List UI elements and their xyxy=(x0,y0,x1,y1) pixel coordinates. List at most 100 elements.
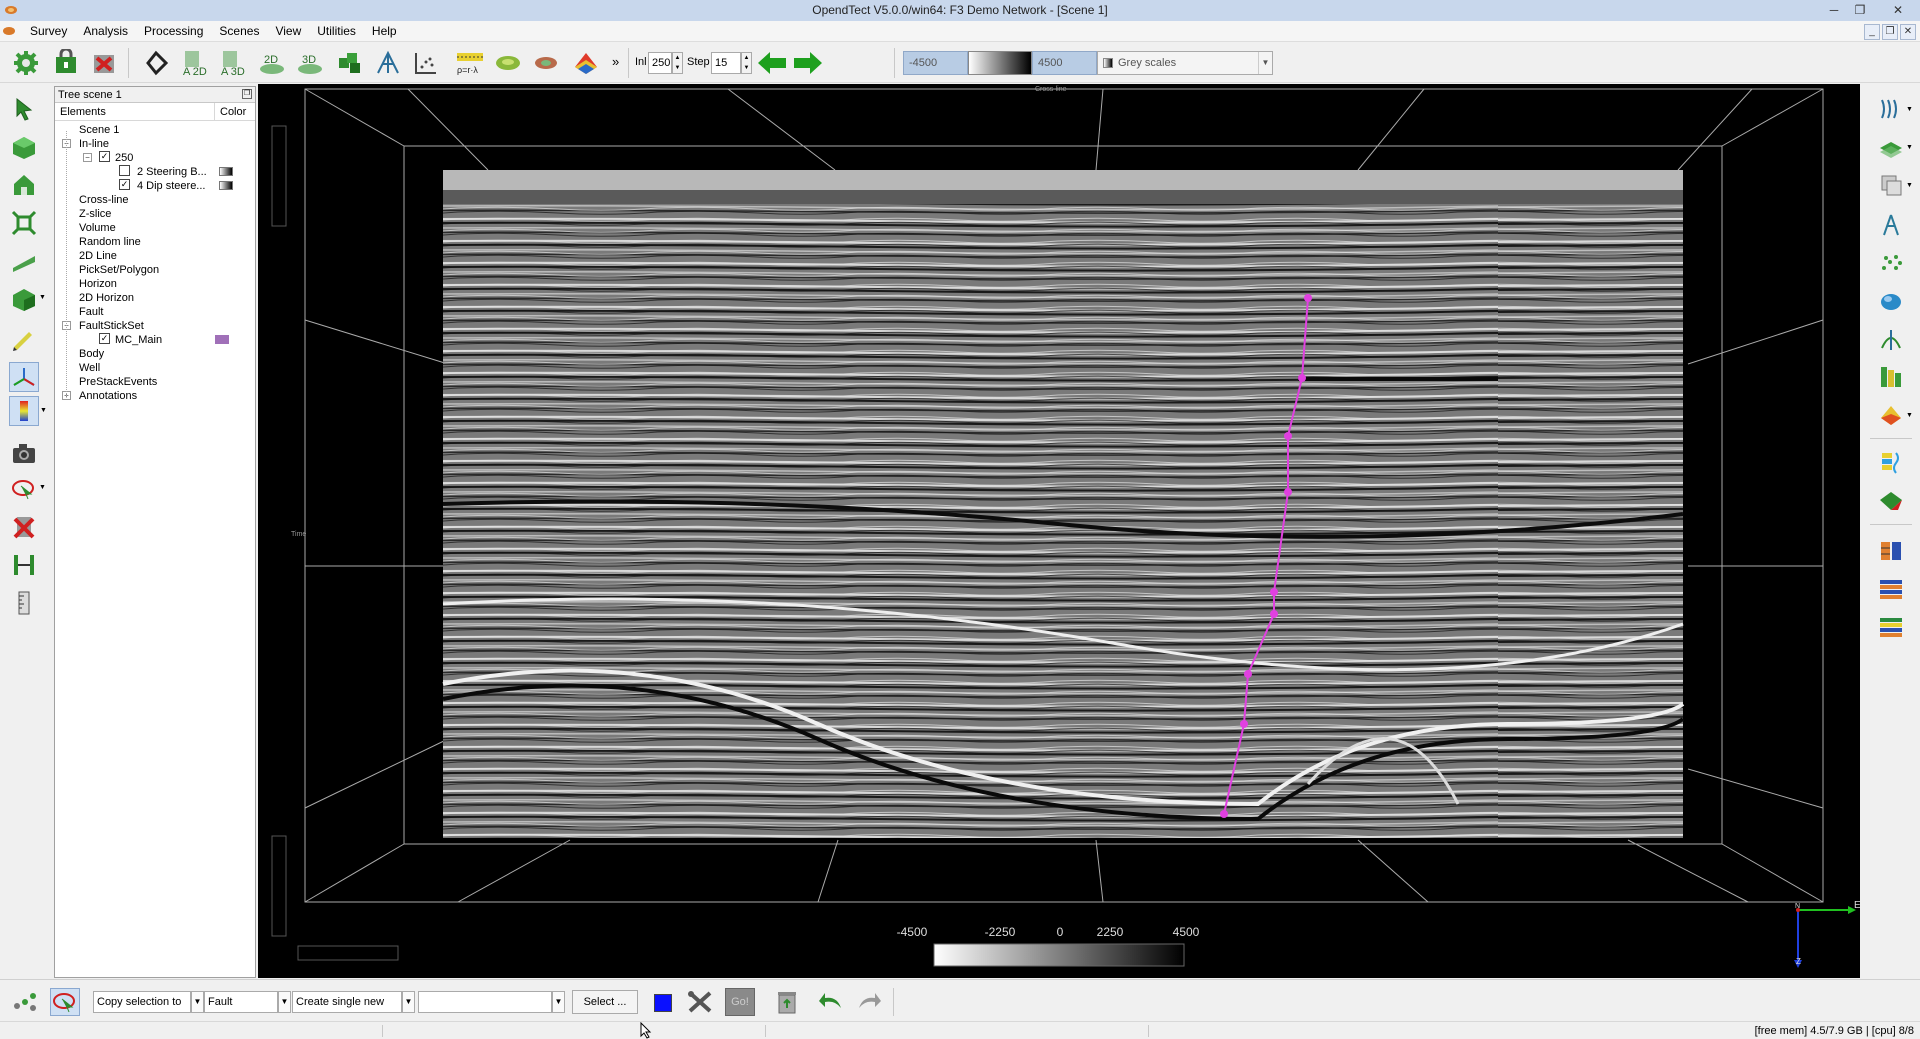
view-plane-icon[interactable] xyxy=(9,246,39,276)
colortable-gradient[interactable] xyxy=(968,51,1032,75)
step-spinner[interactable]: ▲ ▼ xyxy=(741,52,752,74)
colortable-select[interactable]: Grey scales ▼ xyxy=(1097,51,1273,75)
mdi-minimize-button[interactable]: _ xyxy=(1864,24,1880,40)
well-track-icon[interactable] xyxy=(1876,324,1906,354)
fault-sticks-icon[interactable] xyxy=(1876,210,1906,240)
chevron-down-icon[interactable]: ▼ xyxy=(191,991,204,1013)
tree-item-faultstickset[interactable]: FaultStickSet xyxy=(79,319,144,333)
body-icon[interactable] xyxy=(1876,286,1906,316)
tree-column-elements[interactable]: Elements xyxy=(55,103,215,120)
copy-selection-combo[interactable]: Copy selection to xyxy=(93,991,191,1013)
horizon-icon[interactable] xyxy=(492,47,524,79)
tree-column-color[interactable]: Color xyxy=(215,103,246,120)
volume-2d-icon[interactable]: 2D xyxy=(256,47,288,79)
menu-help[interactable]: Help xyxy=(364,21,405,42)
tree-item-steering-attribute[interactable]: 2 Steering B... xyxy=(137,165,207,179)
colortable-min-field[interactable]: -4500 xyxy=(903,51,968,75)
synthetic-layers-icon[interactable] xyxy=(1876,612,1906,642)
menu-survey[interactable]: Survey xyxy=(22,21,75,42)
survey-setup-icon[interactable] xyxy=(10,47,42,79)
menu-utilities[interactable]: Utilities xyxy=(309,21,364,42)
output-color-button[interactable] xyxy=(654,994,672,1012)
tree-item-dip-steered-attribute[interactable]: 4 Dip steere... xyxy=(137,179,205,193)
tree-item-inline[interactable]: In-line xyxy=(79,137,109,151)
polygon-select-icon[interactable]: ▼ xyxy=(9,474,46,504)
tools-icon[interactable] xyxy=(685,988,715,1016)
inline-250-checkbox[interactable]: ✓ xyxy=(99,151,110,162)
tree-item-body[interactable]: Body xyxy=(79,347,104,361)
stereo-viewing-icon[interactable] xyxy=(9,550,39,580)
fault-stick-node[interactable] xyxy=(1270,588,1278,596)
volume-render-icon[interactable] xyxy=(570,47,602,79)
tree-item-fault[interactable]: Fault xyxy=(79,305,103,319)
layer-model-icon[interactable] xyxy=(1876,574,1906,604)
restore-session-icon[interactable] xyxy=(88,47,120,79)
home-view-icon[interactable] xyxy=(9,170,39,200)
chevron-down-icon[interactable]: ▼ xyxy=(402,991,415,1013)
move-backward-arrow-icon[interactable] xyxy=(756,47,788,79)
scene-3d-viewport[interactable]: Cross-line Time -4500 -2250 0 2250 4500 … xyxy=(258,84,1860,978)
tree-item-crossline[interactable]: Cross-line xyxy=(79,193,129,207)
horizon-tracking-icon[interactable]: ▼ xyxy=(1876,132,1913,162)
recycle-bin-icon[interactable] xyxy=(772,988,802,1016)
mdi-restore-button[interactable]: ❐ xyxy=(1882,24,1898,40)
move-forward-arrow-icon[interactable] xyxy=(792,47,824,79)
display-box-icon[interactable] xyxy=(140,47,172,79)
polygon-selection-tool-icon[interactable] xyxy=(50,988,80,1016)
seismic-well-icon[interactable] xyxy=(1876,536,1906,566)
tree-item-inline-250[interactable]: 250 xyxy=(115,151,133,165)
fault-stick-node[interactable] xyxy=(1284,432,1292,440)
select-output-button[interactable]: Select ... xyxy=(572,990,638,1014)
view-direction-icon[interactable]: ▼ xyxy=(9,284,46,314)
fault-stick-node[interactable] xyxy=(1244,670,1252,678)
menu-scenes[interactable]: Scenes xyxy=(211,21,267,42)
fault-stick-node[interactable] xyxy=(1304,294,1312,302)
volume-render-icon[interactable]: ▼ xyxy=(1876,400,1913,430)
attribute-3d-icon[interactable]: A 3D xyxy=(216,47,248,79)
attribute-2d-icon[interactable]: A 2D xyxy=(178,47,210,79)
chevron-down-icon[interactable]: ▼ xyxy=(552,991,565,1013)
close-button[interactable]: ✕ xyxy=(1880,0,1916,21)
inline-number-input[interactable]: 250 xyxy=(648,52,672,74)
tree-item-prestack-events[interactable]: PreStackEvents xyxy=(79,375,157,389)
menu-processing[interactable]: Processing xyxy=(136,21,211,42)
restore-button[interactable]: ❐ xyxy=(1848,0,1872,21)
minimize-button[interactable]: ─ xyxy=(1822,0,1846,21)
tree-item-well[interactable]: Well xyxy=(79,361,100,375)
tree-item-volume[interactable]: Volume xyxy=(79,221,116,235)
tree-item-mc-main[interactable]: MC_Main xyxy=(115,333,162,347)
inline-spinner[interactable]: ▲ ▼ xyxy=(672,52,683,74)
remove-selection-icon[interactable] xyxy=(9,512,39,542)
well-tie-icon[interactable] xyxy=(372,47,404,79)
viewport-pan-wheel[interactable] xyxy=(297,945,399,961)
undo-icon[interactable] xyxy=(816,988,846,1016)
seismic-inline-section[interactable] xyxy=(442,170,1685,838)
dip-steered-checkbox[interactable]: ✓ xyxy=(119,179,130,190)
scene-canvas[interactable]: Cross-line Time -4500 -2250 0 2250 4500 … xyxy=(258,84,1860,978)
stacking-cubes-icon[interactable] xyxy=(334,47,366,79)
fault-stick-node[interactable] xyxy=(1240,720,1248,728)
tree-item-horizon[interactable]: Horizon xyxy=(79,277,117,291)
tree-item-2d-horizon[interactable]: 2D Horizon xyxy=(79,291,134,305)
colortable-max-field[interactable]: 4500 xyxy=(1032,51,1097,75)
seismic-display-icon[interactable]: ▼ xyxy=(1876,94,1913,124)
view-all-icon[interactable] xyxy=(9,208,39,238)
mc-main-checkbox[interactable]: ✓ xyxy=(99,333,110,344)
color-pencil-icon[interactable] xyxy=(9,324,39,354)
sections-icon[interactable]: ▼ xyxy=(1876,170,1913,200)
toolbar-more-icon[interactable]: » xyxy=(612,54,619,69)
app-menu-icon[interactable] xyxy=(2,24,16,38)
chevron-down-icon[interactable]: ▼ xyxy=(278,991,291,1013)
float-panel-icon[interactable]: ❐ xyxy=(242,89,252,99)
faultstick-color-swatch[interactable] xyxy=(215,335,229,344)
rock-physics-icon[interactable]: ρ=r·λ xyxy=(454,47,486,79)
well-log-icon[interactable] xyxy=(1876,362,1906,392)
fault-stick-node[interactable] xyxy=(1270,610,1278,618)
volume-3d-icon[interactable]: 3D xyxy=(294,47,326,79)
view-mode-icon[interactable] xyxy=(9,132,39,162)
viewport-rotate-wheel[interactable] xyxy=(271,835,287,937)
create-mode-combo[interactable]: Create single new xyxy=(292,991,402,1013)
menu-view[interactable]: View xyxy=(267,21,309,42)
go-button[interactable]: Go! xyxy=(725,988,755,1016)
stratigraphy-icon[interactable] xyxy=(1876,448,1906,478)
